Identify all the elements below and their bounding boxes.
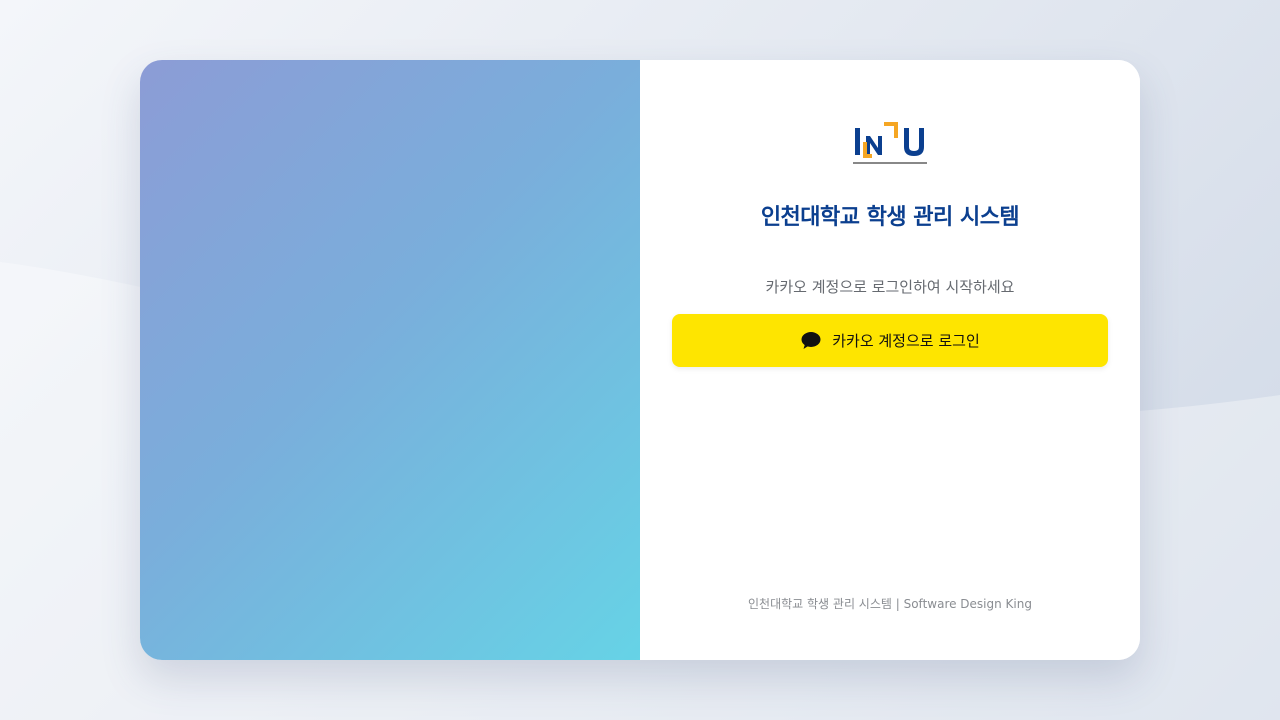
login-card: 인천대학교 학생 관리 시스템 카카오 계정으로 로그인하여 시작하세요 카카오… xyxy=(140,60,1140,660)
footer-text: 인천대학교 학생 관리 시스템 | Software Design King xyxy=(748,597,1032,611)
login-page: 인천대학교 학생 관리 시스템 카카오 계정으로 로그인하여 시작하세요 카카오… xyxy=(0,0,1280,720)
speech-bubble-icon xyxy=(800,331,822,351)
decorative-gradient-panel xyxy=(140,60,640,660)
page-title: 인천대학교 학생 관리 시스템 xyxy=(760,205,1020,230)
kakao-login-button[interactable]: 카카오 계정으로 로그인 xyxy=(672,314,1108,367)
inu-logo xyxy=(853,122,927,164)
login-panel: 인천대학교 학생 관리 시스템 카카오 계정으로 로그인하여 시작하세요 카카오… xyxy=(640,60,1140,660)
kakao-login-label: 카카오 계정으로 로그인 xyxy=(832,332,980,350)
login-subtitle: 카카오 계정으로 로그인하여 시작하세요 xyxy=(765,278,1015,296)
